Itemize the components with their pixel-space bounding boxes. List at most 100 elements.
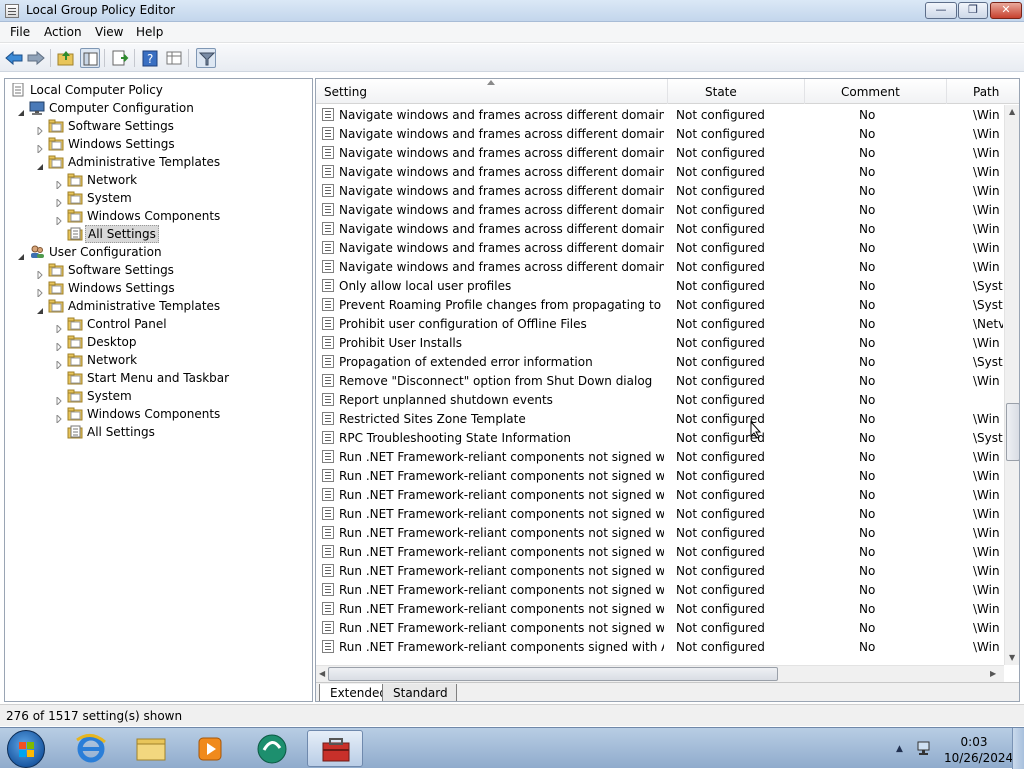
taskbar-internet-explorer[interactable] [63, 730, 119, 767]
table-row[interactable]: Run .NET Framework-reliant components no… [316, 618, 1004, 637]
tree-node[interactable]: Control Panel [5, 315, 305, 335]
extended-view-icon[interactable] [164, 48, 184, 68]
table-row[interactable]: RPC Troubleshooting State Information Not… [316, 428, 1004, 447]
vertical-scrollbar[interactable]: ▲ ▼ [1004, 105, 1019, 665]
column-divider[interactable] [804, 79, 805, 104]
table-row[interactable]: Remove "Disconnect" option from Shut Dow… [316, 371, 1004, 390]
export-list-icon[interactable] [110, 48, 130, 68]
back-arrow-icon[interactable] [4, 48, 24, 68]
tree-node[interactable]: Desktop [5, 333, 305, 353]
table-row[interactable]: Run .NET Framework-reliant components no… [316, 561, 1004, 580]
scroll-down-icon[interactable]: ▼ [1009, 653, 1015, 662]
taskbar-app-green[interactable] [244, 730, 300, 767]
maximize-button[interactable]: ❐ [958, 2, 988, 19]
expanded-arrow-icon[interactable] [17, 104, 25, 116]
table-row[interactable]: Run .NET Framework-reliant components si… [316, 637, 1004, 656]
collapsed-arrow-icon[interactable] [55, 320, 63, 335]
table-row[interactable]: Run .NET Framework-reliant components no… [316, 504, 1004, 523]
column-state[interactable]: State [705, 85, 737, 99]
table-row[interactable]: Navigate windows and frames across diffe… [316, 200, 1004, 219]
collapsed-arrow-icon[interactable] [55, 176, 63, 191]
table-row[interactable]: Prohibit user configuration of Offline F… [316, 314, 1004, 333]
up-folder-icon[interactable] [56, 48, 76, 68]
table-row[interactable]: Run .NET Framework-reliant components no… [316, 447, 1004, 466]
show-hide-tree-icon[interactable] [80, 48, 100, 68]
column-divider[interactable] [667, 79, 668, 104]
table-row[interactable]: Navigate windows and frames across diffe… [316, 181, 1004, 200]
tree-node[interactable]: System [5, 387, 305, 407]
tree-node[interactable]: Windows Components [5, 405, 305, 425]
table-row[interactable]: Run .NET Framework-reliant components no… [316, 599, 1004, 618]
tree-node[interactable]: Software Settings [5, 261, 305, 281]
show-desktop-button[interactable] [1012, 728, 1024, 769]
start-button[interactable] [7, 730, 45, 768]
tree-node[interactable]: All Settings [5, 423, 305, 441]
horizontal-scroll-thumb[interactable] [328, 667, 778, 681]
table-row[interactable]: Navigate windows and frames across diffe… [316, 257, 1004, 276]
table-row[interactable]: Restricted Sites Zone Template Not config… [316, 409, 1004, 428]
column-path[interactable]: Path [973, 85, 999, 99]
column-setting[interactable]: Setting [324, 85, 367, 99]
expanded-arrow-icon[interactable] [36, 302, 44, 314]
expanded-arrow-icon[interactable] [17, 248, 25, 260]
column-comment[interactable]: Comment [841, 85, 900, 99]
collapsed-arrow-icon[interactable] [55, 338, 63, 353]
network-icon[interactable] [917, 740, 933, 756]
tree-node[interactable]: Windows Settings [5, 279, 305, 299]
menu-help[interactable]: Help [136, 25, 163, 39]
forward-arrow-icon[interactable] [26, 48, 46, 68]
tree-node[interactable]: Administrative Templates [5, 297, 305, 315]
taskbar-group-policy-editor[interactable] [307, 730, 363, 767]
filter-icon[interactable] [196, 48, 216, 68]
table-row[interactable]: Prevent Roaming Profile changes from pro… [316, 295, 1004, 314]
tree-node[interactable]: Network [5, 351, 305, 371]
table-row[interactable]: Propagation of extended error informatio… [316, 352, 1004, 371]
table-row[interactable]: Navigate windows and frames across diffe… [316, 124, 1004, 143]
table-row[interactable]: Run .NET Framework-reliant components no… [316, 485, 1004, 504]
clock-date[interactable]: 10/26/2024 [944, 751, 1013, 765]
tree-node[interactable]: Software Settings [5, 117, 305, 137]
horizontal-scrollbar[interactable]: ◀ ▶ [316, 665, 1004, 682]
table-row[interactable]: Navigate windows and frames across diffe… [316, 219, 1004, 238]
table-row[interactable]: Navigate windows and frames across diffe… [316, 105, 1004, 124]
minimize-button[interactable]: — [925, 2, 957, 19]
menu-action[interactable]: Action [44, 25, 82, 39]
collapsed-arrow-icon[interactable] [36, 122, 44, 137]
menu-view[interactable]: View [95, 25, 123, 39]
collapsed-arrow-icon[interactable] [36, 140, 44, 155]
table-row[interactable]: Run .NET Framework-reliant components no… [316, 542, 1004, 561]
scroll-up-icon[interactable]: ▲ [1009, 107, 1015, 116]
taskbar-media-player[interactable] [183, 730, 239, 767]
tree-node[interactable]: Network [5, 171, 305, 191]
collapsed-arrow-icon[interactable] [55, 212, 63, 227]
tree-node[interactable]: Administrative Templates [5, 153, 305, 171]
collapsed-arrow-icon[interactable] [36, 266, 44, 281]
table-row[interactable]: Navigate windows and frames across diffe… [316, 162, 1004, 181]
tree-node[interactable]: Computer Configuration [5, 99, 305, 117]
tree-node[interactable]: User Configuration [5, 243, 305, 261]
table-row[interactable]: Report unplanned shutdown events Not conf… [316, 390, 1004, 409]
tab-standard[interactable]: Standard [382, 684, 457, 701]
tree-node[interactable]: Windows Components [5, 207, 305, 227]
tree-node[interactable]: Local Computer Policy [5, 81, 305, 99]
table-row[interactable]: Run .NET Framework-reliant components no… [316, 580, 1004, 599]
tree-node[interactable]: Start Menu and Taskbar [5, 369, 305, 387]
scroll-left-icon[interactable]: ◀ [319, 669, 325, 678]
collapsed-arrow-icon[interactable] [55, 356, 63, 371]
tray-expand-icon[interactable]: ▲ [896, 744, 903, 754]
scroll-right-icon[interactable]: ▶ [990, 669, 996, 678]
clock-time[interactable]: 0:03 [944, 735, 1004, 749]
help-icon[interactable]: ? [140, 48, 160, 68]
collapsed-arrow-icon[interactable] [55, 194, 63, 209]
table-row[interactable]: Only allow local user profiles Not config… [316, 276, 1004, 295]
vertical-scroll-thumb[interactable] [1006, 403, 1019, 461]
close-button[interactable]: ✕ [990, 2, 1022, 19]
tree-node[interactable]: Windows Settings [5, 135, 305, 155]
menu-file[interactable]: File [10, 25, 30, 39]
collapsed-arrow-icon[interactable] [55, 410, 63, 425]
table-row[interactable]: Navigate windows and frames across diffe… [316, 143, 1004, 162]
table-row[interactable]: Navigate windows and frames across diffe… [316, 238, 1004, 257]
collapsed-arrow-icon[interactable] [55, 392, 63, 407]
table-row[interactable]: Prohibit User Installs Not configured No \W… [316, 333, 1004, 352]
tree-node[interactable]: System [5, 189, 305, 209]
